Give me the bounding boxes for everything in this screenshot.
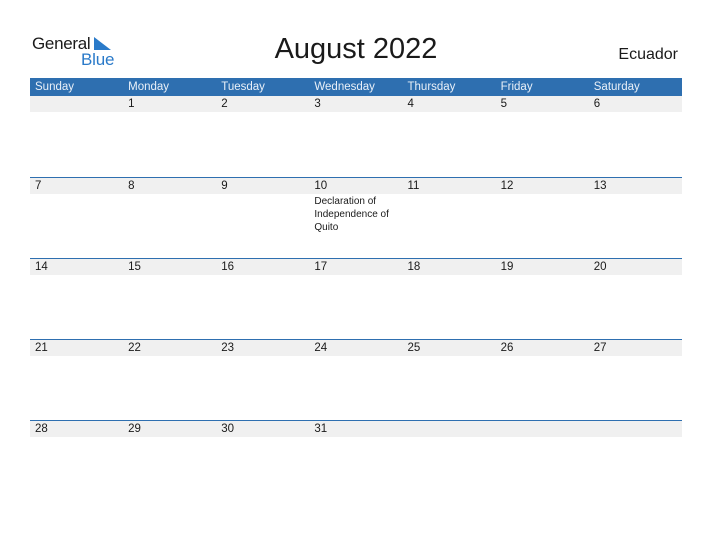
day-number: 2 [221, 98, 228, 110]
day-cell: 29 [123, 421, 216, 437]
day-number: 16 [221, 261, 235, 273]
day-cell: 11 [403, 178, 496, 234]
day-cell: 3 [309, 96, 402, 112]
weekday-tuesday: Tuesday [221, 81, 265, 93]
day-number: 5 [500, 98, 508, 110]
day-number: 10 [314, 180, 328, 192]
day-number: 14 [35, 261, 48, 273]
day-cell: 15 [123, 259, 216, 275]
day-cell: 19 [496, 259, 589, 275]
day-cell: 16 [216, 259, 309, 275]
day-cell: 27 [589, 340, 682, 356]
day-cell [589, 421, 682, 437]
weeks-container: 1 2 3 4 5 6 7 8 9 10 Declaration of Independence o… [30, 96, 682, 501]
day-number: 31 [314, 423, 328, 435]
day-number: 6 [593, 98, 601, 110]
day-number: 3 [314, 98, 321, 110]
week-row: 1 2 3 4 5 6 [30, 96, 682, 177]
day-cell: 6 [589, 96, 682, 112]
day-number: 12 [500, 180, 514, 192]
day-cell: 21 [30, 340, 123, 356]
holiday-event: Declaration of Independence of Quito [314, 196, 389, 233]
day-number: 27 [593, 342, 607, 354]
weekday-wednesday: Wednesday [314, 81, 375, 93]
day-number [594, 421, 682, 437]
day-cell: 2 [216, 96, 309, 112]
day-number: 25 [407, 342, 421, 354]
week-cells: 21 22 23 24 25 26 27 [30, 340, 682, 356]
day-number [35, 96, 123, 112]
week-row: 28 29 30 31 [30, 420, 682, 501]
day-cell: 28 [30, 421, 123, 437]
day-number: 1 [128, 98, 135, 110]
day-number: 15 [128, 261, 141, 273]
day-cell: 20 [589, 259, 682, 275]
day-cell: 23 [216, 340, 309, 356]
day-number: 11 [407, 180, 420, 192]
week-cells: 7 8 9 10 Declaration of Independence of Quit… [30, 178, 682, 234]
page-title: August 2022 [274, 33, 438, 65]
week-cells: 1 2 3 4 5 6 [30, 96, 682, 112]
day-number: 20 [593, 261, 607, 273]
country-label: Ecuador [618, 46, 678, 63]
day-cell: 25 [403, 340, 496, 356]
day-cell [403, 421, 496, 437]
calendar-grid: Sunday Monday Tuesday Wednesday Thursday… [30, 78, 682, 501]
weekday-friday: Friday [500, 81, 533, 93]
day-number: 30 [221, 423, 235, 435]
day-cell: 8 [123, 178, 216, 234]
weekday-monday: Monday [128, 81, 170, 93]
week-cells: 14 15 16 17 18 19 20 [30, 259, 682, 275]
day-number: 28 [35, 423, 48, 435]
day-cell: 31 [309, 421, 402, 437]
day-number: 29 [128, 423, 141, 435]
day-number: 4 [407, 98, 414, 110]
day-number: 13 [593, 180, 607, 192]
day-cell: 14 [30, 259, 123, 275]
day-number: 9 [221, 180, 228, 192]
week-row: 21 22 23 24 25 26 27 [30, 339, 682, 420]
day-number: 23 [221, 342, 235, 354]
day-number: 8 [128, 180, 135, 192]
day-cell: 24 [309, 340, 402, 356]
day-number: 22 [128, 342, 141, 354]
day-cell [30, 96, 123, 112]
day-cell: 22 [123, 340, 216, 356]
week-cells: 28 29 30 31 [30, 421, 682, 437]
weekday-saturday: Saturday [593, 81, 640, 93]
day-number: 18 [407, 261, 421, 273]
weekday-sunday: Sunday [35, 81, 75, 93]
week-row: 7 8 9 10 Declaration of Independence of Quit… [30, 177, 682, 258]
day-number: 21 [35, 342, 48, 354]
day-cell [496, 421, 589, 437]
day-number: 17 [314, 261, 328, 273]
week-row: 14 15 16 17 18 19 20 [30, 258, 682, 339]
weekday-thursday: Thursday [407, 81, 456, 93]
day-cell: 18 [403, 259, 496, 275]
weekday-header: Sunday Monday Tuesday Wednesday Thursday… [30, 78, 682, 96]
day-cell: 17 [309, 259, 402, 275]
day-number: 26 [500, 342, 514, 354]
day-cell: 13 [589, 178, 682, 234]
day-number [408, 421, 496, 437]
day-number: 24 [314, 342, 328, 354]
day-cell: 5 [496, 96, 589, 112]
day-cell: 1 [123, 96, 216, 112]
day-cell: 7 [30, 178, 123, 234]
day-cell: 26 [496, 340, 589, 356]
day-number: 19 [500, 261, 514, 273]
day-number: 7 [35, 180, 42, 192]
day-number [501, 421, 589, 437]
day-cell: 10 Declaration of Independence of Quito [309, 178, 402, 234]
day-cell: 9 [216, 178, 309, 234]
day-cell: 12 [496, 178, 589, 234]
day-cell: 30 [216, 421, 309, 437]
day-cell: 4 [403, 96, 496, 112]
